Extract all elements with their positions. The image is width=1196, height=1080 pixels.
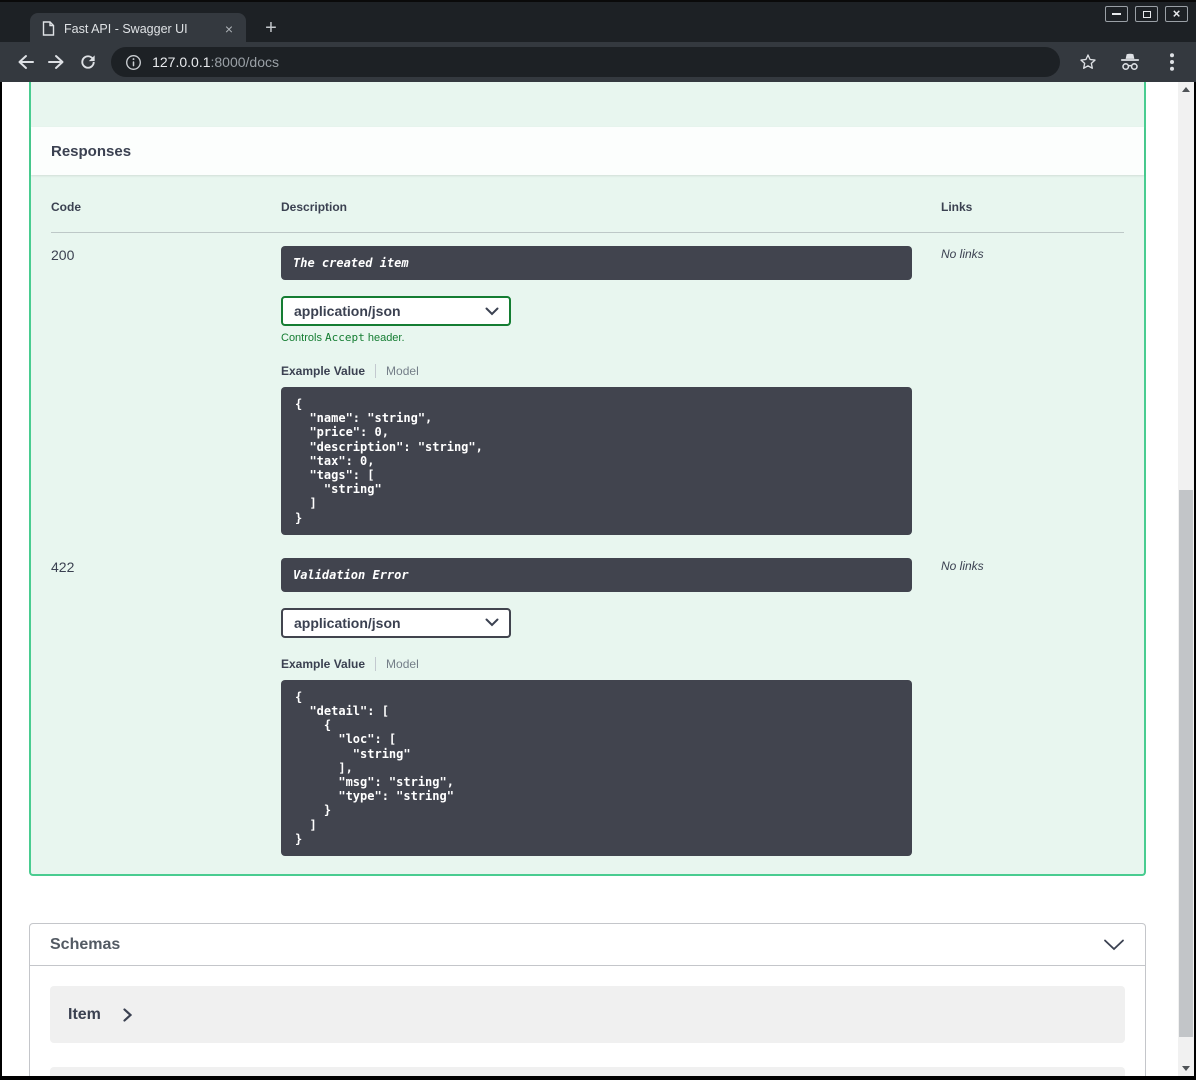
row-gap xyxy=(51,535,1124,545)
browser-window: Fast API - Swagger UI × + × 127.0.0.1:80… xyxy=(0,0,1196,1080)
schema-model-validationerror[interactable]: ValidationError xyxy=(50,1067,1125,1076)
response-description: The created item xyxy=(281,246,912,280)
schema-model-item[interactable]: Item xyxy=(50,986,1125,1044)
schemas-header[interactable]: Schemas xyxy=(30,924,1145,967)
scroll-down-button[interactable] xyxy=(1178,1061,1194,1076)
back-arrow-icon xyxy=(18,55,34,69)
response-description-cell: The created item application/json Contro… xyxy=(281,246,941,535)
content-type-value: application/json xyxy=(294,303,401,319)
example-model-tabs: Example Value Model xyxy=(281,364,941,378)
maximize-button[interactable] xyxy=(1135,6,1158,22)
schemas-body: Item ValidationError xyxy=(30,966,1145,1076)
accept-note-prefix: Controls xyxy=(281,332,326,344)
response-description: Validation Error xyxy=(281,557,912,592)
forward-button[interactable] xyxy=(42,47,72,77)
responses-table: Code Description Links 200 The created i… xyxy=(51,175,1124,857)
schemas-section: Schemas Item ValidationError xyxy=(29,923,1146,1076)
response-code: 200 xyxy=(51,247,75,263)
tab-separator xyxy=(375,364,377,378)
maximize-icon xyxy=(1142,10,1151,18)
accept-note-code: Accept xyxy=(325,331,365,344)
response-links: No links xyxy=(941,247,984,261)
response-links: No links xyxy=(941,558,984,573)
responses-table-header: Code Description Links xyxy=(51,175,1124,233)
responses-section-header: Responses xyxy=(31,127,1144,175)
window-controls: × xyxy=(1105,6,1188,22)
response-row-422: 422 Validation Error application/json Ex… xyxy=(51,545,1124,857)
schemas-title: Schemas xyxy=(50,935,121,953)
scroll-down-icon xyxy=(1182,1066,1190,1071)
minimize-icon xyxy=(1112,13,1121,15)
column-header-code: Code xyxy=(51,200,81,214)
accept-header-note: Controls Accept header. xyxy=(281,331,941,344)
tab-title: Fast API - Swagger UI xyxy=(64,21,188,36)
toolbar-actions xyxy=(1074,48,1186,76)
close-icon: × xyxy=(1172,6,1181,21)
url-host: 127.0.0.1 xyxy=(152,54,211,70)
tab-example-value[interactable]: Example Value xyxy=(281,364,365,378)
tab-model[interactable]: Model xyxy=(386,364,419,378)
url-text[interactable]: 127.0.0.1:8000/docs xyxy=(152,54,279,70)
tab-separator xyxy=(375,656,377,671)
swagger-page: Responses Code Description Links 200 The… xyxy=(2,82,1194,1076)
example-model-tabs: Example Value Model xyxy=(281,656,941,671)
star-icon xyxy=(1080,54,1096,69)
column-header-description: Description xyxy=(281,200,348,214)
site-info-icon[interactable] xyxy=(125,54,142,71)
accept-note-suffix: header. xyxy=(364,332,405,344)
vertical-scrollbar[interactable] xyxy=(1178,82,1194,1076)
chevron-down-icon[interactable] xyxy=(1103,939,1125,951)
bookmark-button[interactable] xyxy=(1074,48,1102,76)
column-header-links: Links xyxy=(941,200,973,214)
scroll-up-button[interactable] xyxy=(1178,82,1194,97)
scrollbar-thumb[interactable] xyxy=(1179,490,1193,1037)
browser-tab[interactable]: Fast API - Swagger UI × xyxy=(30,13,246,44)
browser-menu-button[interactable] xyxy=(1158,48,1186,76)
browser-toolbar: 127.0.0.1:8000/docs xyxy=(0,42,1196,82)
back-button[interactable] xyxy=(10,47,40,77)
chevron-down-icon xyxy=(485,307,499,315)
content-type-select[interactable]: application/json xyxy=(281,607,511,638)
post-operation-block: Responses Code Description Links 200 The… xyxy=(29,82,1146,877)
model-name: Item xyxy=(68,1005,101,1023)
forward-arrow-icon xyxy=(47,55,64,69)
example-json-block: { "detail": [ { "loc": [ "string" ], "ms… xyxy=(281,679,912,857)
reload-icon xyxy=(81,55,95,69)
new-tab-button[interactable]: + xyxy=(258,15,284,41)
example-json-block: { "name": "string", "price": 0, "descrip… xyxy=(281,387,912,535)
kebab-menu-icon xyxy=(1169,53,1174,71)
incognito-icon xyxy=(1120,53,1140,71)
incognito-indicator[interactable] xyxy=(1116,48,1144,76)
tab-strip: Fast API - Swagger UI × + × xyxy=(0,0,1196,44)
content-type-select[interactable]: application/json xyxy=(281,296,511,326)
address-bar[interactable]: 127.0.0.1:8000/docs xyxy=(111,47,1060,77)
tab-close-icon[interactable]: × xyxy=(220,20,238,38)
content-type-value: application/json xyxy=(294,614,401,631)
chevron-right-icon xyxy=(123,1007,132,1022)
chevron-down-icon xyxy=(485,618,499,627)
tab-example-value[interactable]: Example Value xyxy=(281,657,365,671)
operation-body-spacer xyxy=(31,82,1144,127)
response-description-cell: Validation Error application/json Exampl… xyxy=(281,557,941,857)
minimize-button[interactable] xyxy=(1105,6,1128,22)
responses-title: Responses xyxy=(51,142,132,160)
page-favicon-icon xyxy=(42,21,55,36)
close-button[interactable]: × xyxy=(1165,6,1188,22)
reload-button[interactable] xyxy=(73,47,103,77)
url-path: :8000/docs xyxy=(210,54,280,70)
scroll-up-icon xyxy=(1182,87,1190,92)
response-code: 422 xyxy=(51,558,75,575)
tab-model[interactable]: Model xyxy=(386,657,419,671)
response-row-200: 200 The created item application/json Co… xyxy=(51,233,1124,535)
